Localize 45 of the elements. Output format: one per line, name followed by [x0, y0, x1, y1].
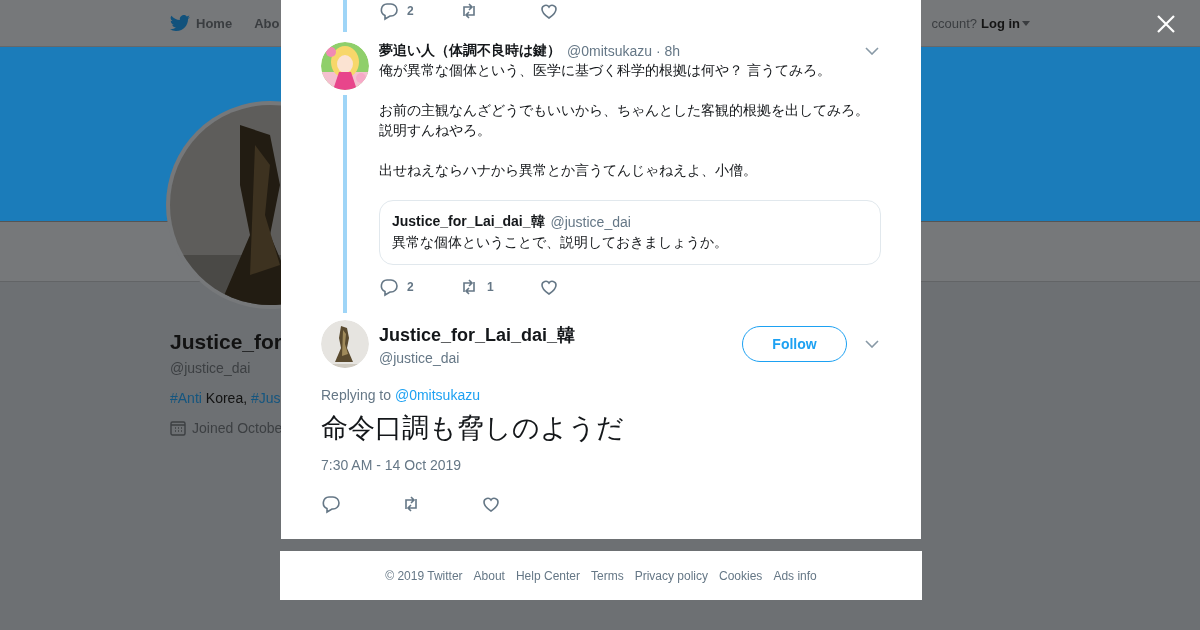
action-count: 2 [407, 4, 414, 18]
caret-icon [1022, 20, 1030, 26]
footer-link[interactable]: Cookies [719, 568, 763, 583]
speech-bubble-icon[interactable] [321, 494, 341, 514]
tweet-text-line: 説明すんねやろ。 [379, 121, 492, 140]
action-count: 1 [487, 280, 494, 294]
tweet-text-line: 俺が異常な個体という、医学に基づく科学的根拠は何や？ 言うてみろ。 [379, 61, 832, 80]
nav-link[interactable]: Home [170, 15, 233, 31]
tweet-timestamp: 7:30 AM - 14 Oct 2019 [321, 457, 463, 473]
calendar-icon [170, 420, 186, 436]
bird-icon [170, 15, 190, 31]
quoted-text: 異常な個体ということで、説明しておきましょうか。 [392, 233, 729, 252]
footer-link[interactable]: Privacy policy [634, 568, 708, 583]
nav-link[interactable]: Abo [254, 15, 280, 31]
footer-link[interactable]: Terms [591, 568, 624, 583]
author-name[interactable]: Justice_for_Lai_dai_韓 [379, 322, 742, 347]
login-prompt: ccount? [931, 15, 977, 31]
heart-icon[interactable] [539, 277, 559, 297]
author-handle: @justice_dai [550, 214, 631, 230]
speech-bubble-icon[interactable] [379, 277, 399, 297]
author-name[interactable]: 夢追い人（体調不良時は鍵） [379, 42, 561, 60]
tweet-text-line: 出せねえならハナから異常とか言うてんじゃねえよ、小僧。 [379, 161, 758, 180]
chevron-down-icon[interactable] [865, 340, 879, 348]
action-count: 2 [407, 280, 414, 294]
tweet-time: · 8h [656, 43, 681, 59]
mention-link[interactable]: @0mitsukazu [394, 387, 480, 403]
chevron-down-icon[interactable] [865, 47, 879, 55]
footer-link[interactable]: Ads info [773, 568, 817, 583]
login-link[interactable]: Log in [981, 15, 1030, 31]
footer-link[interactable]: About [473, 568, 505, 583]
follow-button[interactable]: Follow [742, 326, 847, 362]
tweet-text: 命令口調も脅しのようだ [321, 412, 625, 445]
heart-icon[interactable] [481, 494, 501, 514]
heart-icon[interactable] [539, 1, 559, 21]
speech-bubble-icon[interactable] [379, 1, 399, 21]
footer-link[interactable]: © 2019 Twitter [385, 568, 463, 583]
footer-link[interactable]: Help Center [515, 568, 580, 583]
author-handle[interactable]: @0mitsukazu [567, 43, 653, 59]
author-handle[interactable]: @justice_dai [379, 349, 742, 366]
close-icon[interactable] [1157, 15, 1175, 33]
tweet-text-line: お前の主観なんざどうでもいいから、ちゃんとした客観的根拠を出してみろ。 [379, 101, 870, 120]
quoted-tweet[interactable]: Justice_for_Lai_dai_韓 @justice_dai 異常な個体ということで、説明しておきましょうか。 [379, 200, 881, 265]
profile-name: Justice_for [170, 330, 283, 354]
replying-to: Replying to @0mitsukazu [321, 387, 481, 403]
author-name: Justice_for_Lai_dai_韓 [392, 213, 545, 231]
